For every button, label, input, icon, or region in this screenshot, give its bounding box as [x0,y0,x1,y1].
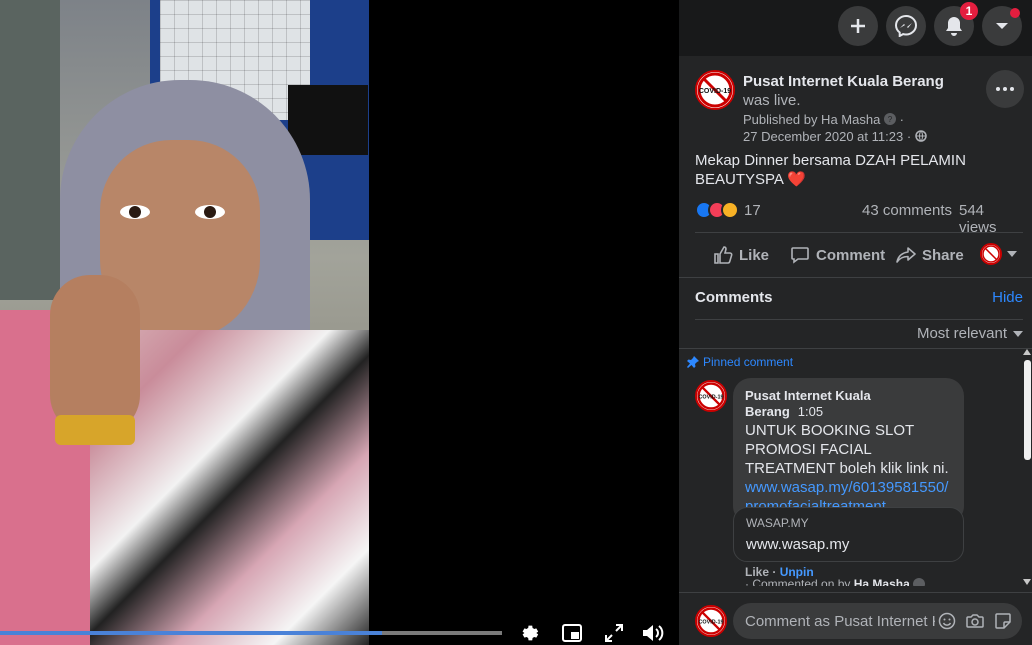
pin-icon [687,356,699,368]
left-eye [120,205,150,219]
background-monitor [288,85,368,155]
scroll-up-icon[interactable] [1022,348,1032,356]
post-meta: Published by Ha Masha ? · 27 December 20… [743,111,927,145]
comment-input[interactable] [745,603,935,639]
post-side-panel: 1 COVID-19 Pusat Internet Kuala Berang w… [679,0,1032,645]
sort-label: Most relevant [916,325,1007,342]
caret-down-icon [1007,251,1017,257]
views-count: 544 views [959,202,997,236]
svg-text:COVID-19: COVID-19 [698,394,723,400]
caret-down-icon [1013,330,1023,337]
comments-count[interactable]: 43 comments [862,202,952,219]
facebook-live-video-viewer: 1 COVID-19 Pusat Internet Kuala Berang w… [0,0,1032,645]
svg-text:COVID-19: COVID-19 [699,88,731,95]
top-navigation-bar: 1 [679,0,1032,56]
messenger-icon [895,15,917,37]
volume-icon[interactable] [640,620,666,645]
divider [695,232,1023,233]
comment-icon [791,247,809,264]
comment-video-timestamp[interactable]: 1:05 [798,404,823,419]
comment-sort-dropdown[interactable]: Most relevant [917,325,1023,342]
react-as-selector[interactable] [980,243,1017,265]
post-author-line: Pusat Internet Kuala Berang was live. [743,72,973,110]
composer-avatar[interactable]: COVID-19 [695,605,727,637]
commented-by-name[interactable]: Ha Masha [854,577,910,586]
covid-badge-icon: COVID-19 [697,72,733,108]
notifications-button[interactable]: 1 [934,2,978,46]
fullscreen-icon[interactable] [601,620,627,645]
link-preview-domain: WASAP.MY [746,516,809,530]
reactions-bar: 17 43 comments 544 views [695,199,1025,236]
bell-icon [946,17,962,36]
right-eye [195,205,225,219]
picture-in-picture-icon[interactable] [559,620,585,645]
plus-icon [851,19,865,33]
reaction-count[interactable]: 17 [744,202,761,219]
notification-count-badge: 1 [960,2,978,20]
globe-icon [915,130,927,142]
page-avatar[interactable]: COVID-19 [695,70,735,110]
thumbs-up-icon [714,246,733,264]
scroll-down-icon[interactable] [1022,578,1032,586]
info-icon[interactable] [913,578,926,586]
video-player[interactable] [0,0,679,645]
emoji-icon[interactable] [937,611,957,631]
gold-bangle [55,415,135,445]
create-button[interactable] [838,6,878,46]
camera-icon[interactable] [965,611,985,631]
divider [695,319,1023,320]
pinned-comment-label: Pinned comment [687,355,793,369]
covid-badge-icon: COVID-19 [697,607,725,635]
commented-by-line: · Commented on by Ha Masha [745,577,926,586]
hide-comments-link[interactable]: Hide [992,289,1023,306]
post-caption: Mekap Dinner bersama DZAH PELAMIN BEAUTY… [695,151,1015,189]
divider [679,348,1032,349]
like-button[interactable]: Like [713,244,769,266]
sticker-icon[interactable] [993,611,1013,631]
share-button[interactable]: Share [896,244,964,266]
more-icon [996,87,1014,91]
video-progress-fill [0,631,382,635]
care-reaction-icon[interactable] [721,201,739,219]
comments-heading: Comments [695,289,773,306]
comments-scrollbar[interactable] [1022,348,1032,586]
comment-button[interactable]: Comment [790,244,885,266]
commenter-avatar[interactable]: COVID-19 [695,380,727,412]
comment-text: UNTUK BOOKING SLOT PROMOSI FACIAL TREATM… [745,422,949,477]
svg-text:?: ? [888,115,893,124]
account-menu-button[interactable] [982,6,1022,46]
settings-icon[interactable] [516,620,542,645]
messenger-button[interactable] [886,6,926,46]
share-icon [896,247,916,263]
scroll-thumb[interactable] [1024,360,1031,460]
page-name-link[interactable]: Pusat Internet Kuala Berang [743,73,944,90]
info-icon[interactable]: ? [883,113,896,125]
live-status-text: was live. [743,92,801,109]
post-options-button[interactable] [986,70,1024,108]
link-preview-card[interactable]: WASAP.MY www.wasap.my [733,507,964,562]
video-progress-bar[interactable] [0,631,502,635]
video-frame[interactable] [0,0,369,645]
divider [679,277,1032,278]
caret-down-icon [996,23,1008,29]
background-door [0,0,60,300]
published-by-text: Published by Ha Masha [743,112,881,127]
divider [679,592,1032,593]
react-as-avatar [980,243,1002,265]
hand-with-mascara [50,275,140,435]
caption-text: Mekap Dinner bersama DZAH PELAMIN BEAUTY… [695,152,966,188]
comment-bubble: Pusat Internet Kuala Berang 1:05 UNTUK BO… [733,378,964,524]
svg-text:COVID-19: COVID-19 [698,619,723,625]
account-alert-dot [1010,8,1020,18]
heart-emoji: ❤️ [787,171,806,188]
post-timestamp[interactable]: 27 December 2020 at 11:23 · [743,129,911,144]
comment-composer[interactable] [733,603,1022,639]
link-preview-title: www.wasap.my [746,536,850,553]
covid-badge-icon [982,245,1000,263]
covid-badge-icon: COVID-19 [697,382,725,410]
